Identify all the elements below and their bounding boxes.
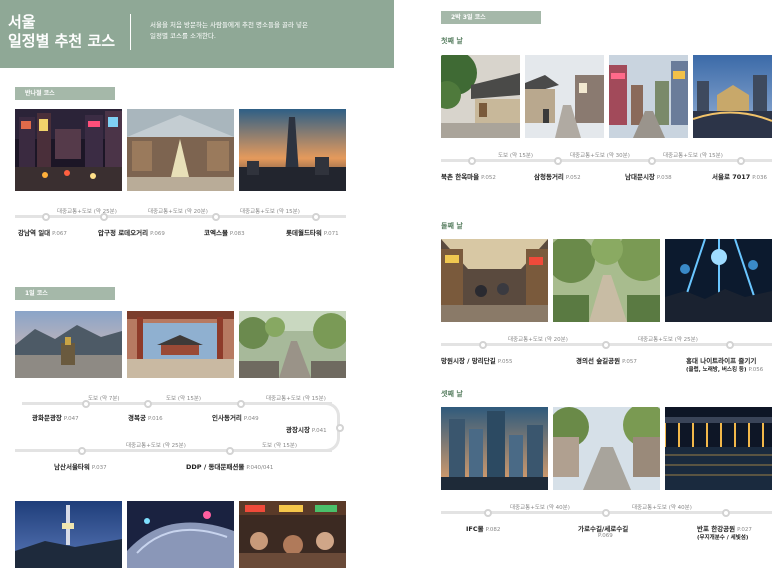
page-header: 서울 일정별 추천 코스 서울을 처음 방문하는 사람들에게 추천 명소들을 골… (0, 0, 394, 68)
photo-namdaemun (609, 55, 688, 138)
stop-gyeongui-forest: 경의선 숲길공원 P.057 (576, 357, 637, 365)
header-divider (130, 14, 131, 50)
day2-leg-2: 대중교통+도보 (약 25분) (638, 337, 698, 343)
page-title-line2: 일정별 추천 코스 (8, 32, 116, 50)
photo-garosugil (553, 407, 660, 490)
one-day-route-row2 (15, 449, 332, 452)
multi-day-course-tag: 2박 3일 코스 (441, 11, 541, 24)
route-dot (602, 509, 610, 517)
day1-leg-3: 대중교통+도보 (약 15분) (663, 153, 723, 159)
day1-leg-1: 도보 (약 15분) (498, 153, 534, 159)
photo-bukchon (441, 55, 520, 138)
route-dot (237, 400, 245, 408)
photo-apgujeong (127, 109, 234, 191)
stop-banpo-sub: (무지개분수 / 세빛섬) (697, 535, 749, 541)
photo-insadong (239, 311, 346, 378)
day1-leg-2: 대중교통+도보 (약 30분) (570, 153, 630, 159)
stop-seoullo: 서울로 7017 P.036 (712, 173, 768, 181)
photo-gyeongui-forest (553, 239, 660, 322)
stop-bukchon: 북촌 한옥마을 P.052 (441, 173, 496, 181)
stop-apgujeong: 압구정 로데오거리 P.069 (98, 229, 165, 237)
route-dot (42, 213, 50, 221)
stop-gyeongbokgung: 경복궁 P.016 (128, 414, 163, 422)
stop-namsan-tower: 남산서울타워 P.037 (54, 463, 107, 471)
photo-coex-lotte (239, 109, 346, 191)
stop-gwanghwamun: 광화문광장 P.047 (32, 414, 79, 422)
page-description: 서울을 처음 방문하는 사람들에게 추천 명소들을 골라 넣은 일정별 코스를 … (150, 20, 308, 42)
stop-ifc-mall: IFC몰 P.082 (466, 525, 501, 533)
day2-leg-1: 대중교통+도보 (약 20분) (508, 337, 568, 343)
stop-hongdae: 홍대 나이트라이프 즐기기 (686, 357, 757, 365)
stop-samcheongdong: 삼청동거리 P.052 (534, 173, 581, 181)
photo-gyeongbokgung (127, 311, 234, 378)
route-dot (212, 213, 220, 221)
description-line2: 일정별 코스를 소개한다. (150, 32, 216, 40)
stop-banpo: 반포 한강공원 P.027 (697, 525, 752, 533)
day2-label: 둘째 날 (441, 222, 463, 230)
stop-coex: 코엑스몰 P.083 (204, 229, 245, 237)
stop-garosugil: 가로수길/세로수길 (578, 525, 629, 533)
one-day-leg-4: 대중교통+도보 (약 25분) (126, 443, 186, 449)
photo-ddp (127, 501, 234, 568)
photo-hongdae-nightlife (665, 239, 772, 322)
one-day-route-row1 (22, 402, 332, 405)
route-dot (648, 157, 656, 165)
photo-gwangjang-market (239, 501, 346, 568)
photo-gangnam-station (15, 109, 122, 191)
route-dot (737, 157, 745, 165)
route-dot (726, 341, 734, 349)
route-dot (336, 424, 344, 432)
page-title: 서울 일정별 추천 코스 (8, 13, 115, 51)
day3-leg-1: 대중교통+도보 (약 40분) (510, 505, 570, 511)
stop-ddp: DDP / 동대문패션몰 P.040/041 (186, 463, 274, 471)
photo-mangwon-market (441, 239, 548, 322)
day1-route-line (441, 159, 772, 162)
half-day-leg-3: 대중교통+도보 (약 15분) (240, 209, 300, 215)
one-day-leg-3: 대중교통+도보 (약 15분) (266, 396, 326, 402)
photo-gwanghwamun (15, 311, 122, 378)
photo-banpo-park (665, 407, 772, 490)
one-day-leg-1: 도보 (약 7분) (88, 396, 120, 402)
route-dot (468, 157, 476, 165)
half-day-leg-1: 대중교통+도보 (약 25분) (57, 209, 117, 215)
route-dot (602, 341, 610, 349)
description-line1: 서울을 처음 방문하는 사람들에게 추천 명소들을 골라 넣은 (150, 21, 308, 29)
half-day-route-line (15, 215, 346, 218)
route-dot (144, 400, 152, 408)
stop-mangwon: 망원시장 / 망리단길 P.055 (441, 357, 513, 365)
photo-ifc-mall (441, 407, 548, 490)
photo-seoullo-7017 (693, 55, 772, 138)
route-dot (484, 509, 492, 517)
half-day-course-tag: 반나절 코스 (15, 87, 115, 100)
route-dot (78, 447, 86, 455)
stop-garosugil-page: P.069 (598, 533, 613, 539)
stop-hongdae-sub: (클럽, 노래방, 버스킹 등) P.056 (686, 367, 764, 373)
one-day-leg-5: 도보 (약 15분) (262, 443, 298, 449)
photo-samcheongdong (525, 55, 604, 138)
day3-leg-2: 대중교통+도보 (약 40분) (632, 505, 692, 511)
day1-label: 첫째 날 (441, 37, 463, 45)
route-dot (479, 341, 487, 349)
route-dot (312, 213, 320, 221)
stop-gangnam: 강남역 일대 P.067 (18, 229, 67, 237)
day3-label: 셋째 날 (441, 390, 463, 398)
one-day-leg-2: 도보 (약 15분) (166, 396, 202, 402)
stop-lotte-tower: 롯데월드타워 P.071 (286, 229, 339, 237)
one-day-course-tag: 1일 코스 (15, 287, 115, 300)
stop-insadong: 인사동거리 P.049 (212, 414, 259, 422)
route-dot (554, 157, 562, 165)
stop-gwangjang-market: 광장시장 P.041 (286, 426, 327, 434)
stop-namdaemun: 남대문시장 P.038 (625, 173, 672, 181)
page-title-line1: 서울 (8, 13, 36, 31)
photo-namsan-tower (15, 501, 122, 568)
half-day-leg-2: 대중교통+도보 (약 20분) (148, 209, 208, 215)
route-dot (226, 447, 234, 455)
route-dot (722, 509, 730, 517)
